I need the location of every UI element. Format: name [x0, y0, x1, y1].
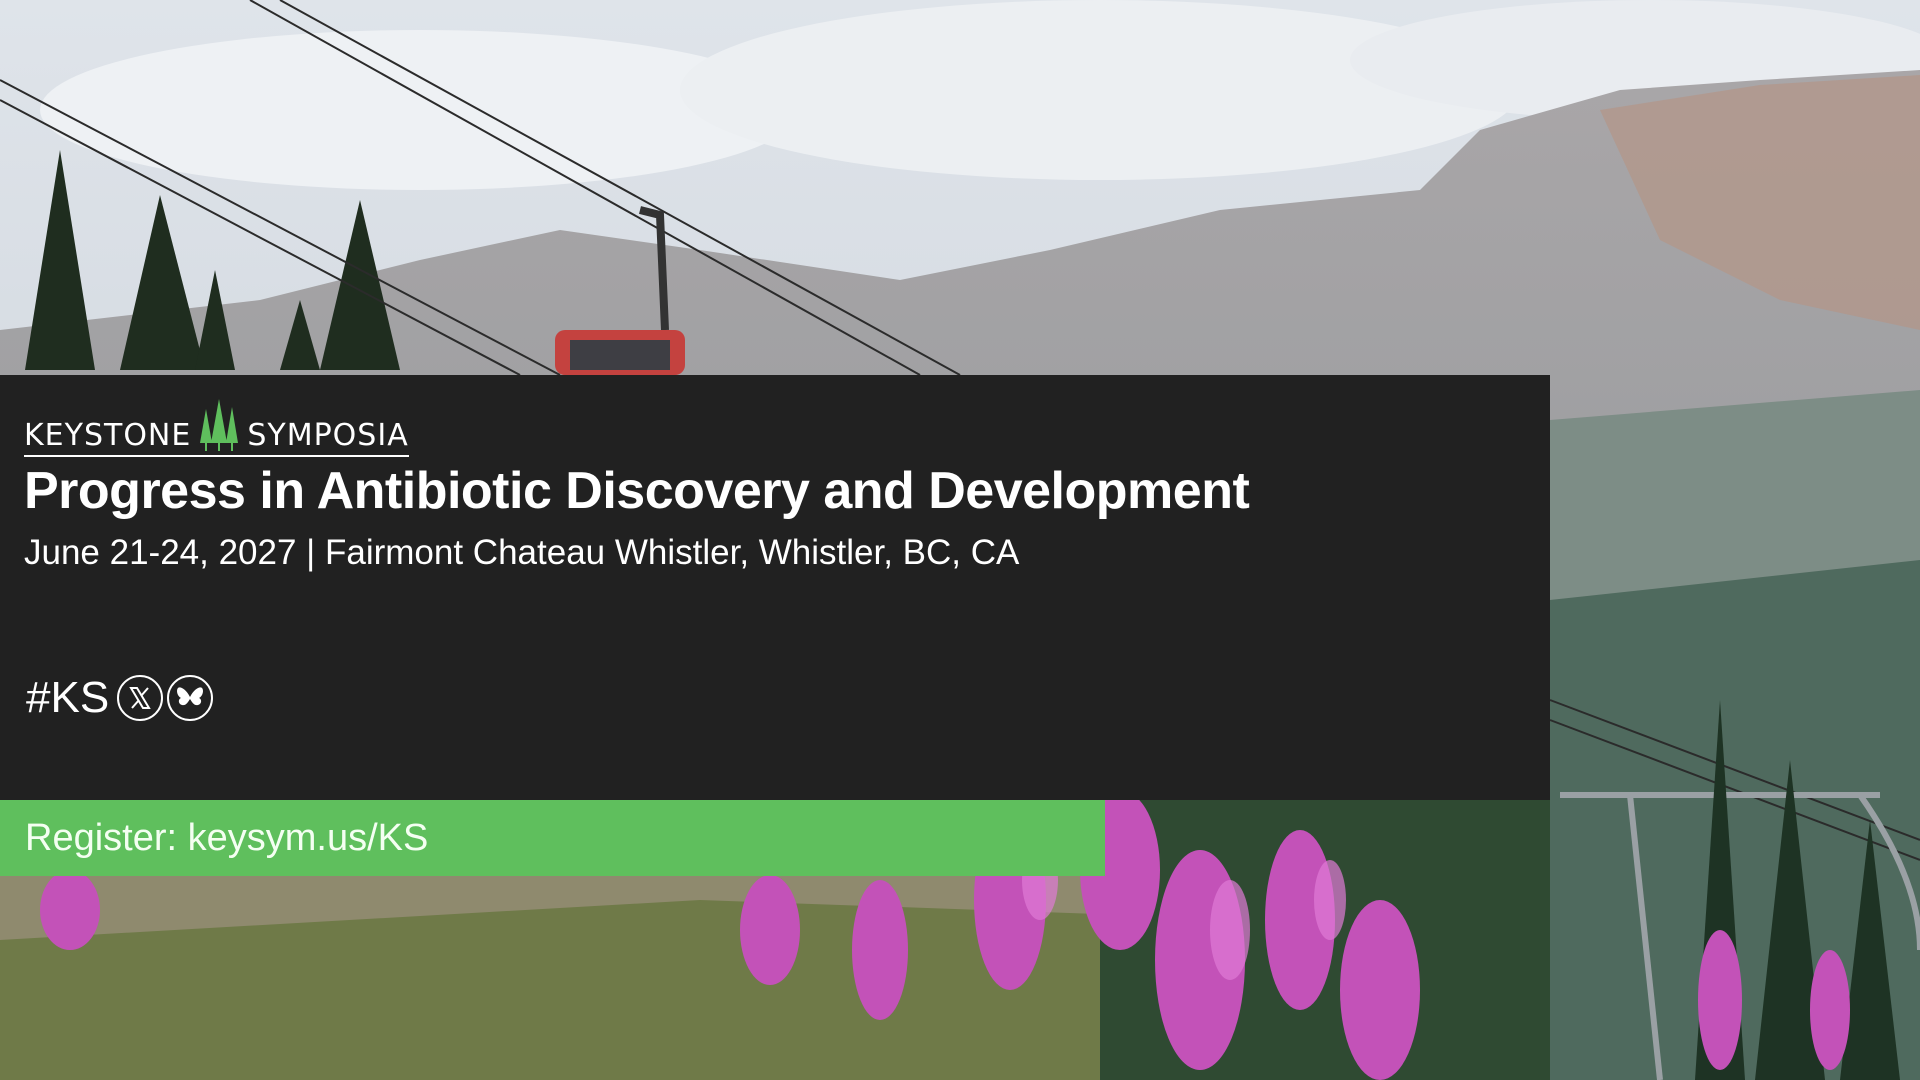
event-date-location: June 21-24, 2027 | Fairmont Chateau Whis…: [24, 533, 1020, 572]
brand-name-left: KEYSTONE: [24, 418, 192, 453]
keystone-symposia-logo[interactable]: KEYSTONE SYMPOSIA: [24, 395, 409, 457]
brand-name-right: SYMPOSIA: [247, 418, 409, 453]
bluesky-butterfly-icon[interactable]: [167, 675, 214, 721]
pine-trees-icon: [200, 399, 239, 451]
event-info-panel: KEYSTONE SYMPOSIA Progress in Antibiotic…: [0, 375, 1550, 800]
register-banner[interactable]: Register: keysym.us/KS: [0, 800, 1105, 876]
x-logo-icon[interactable]: [117, 675, 164, 721]
hashtag: #KS: [26, 673, 110, 722]
social-row: #KS: [26, 673, 214, 722]
event-title: Progress in Antibiotic Discovery and Dev…: [24, 462, 1250, 520]
register-link[interactable]: Register: keysym.us/KS: [25, 817, 428, 860]
